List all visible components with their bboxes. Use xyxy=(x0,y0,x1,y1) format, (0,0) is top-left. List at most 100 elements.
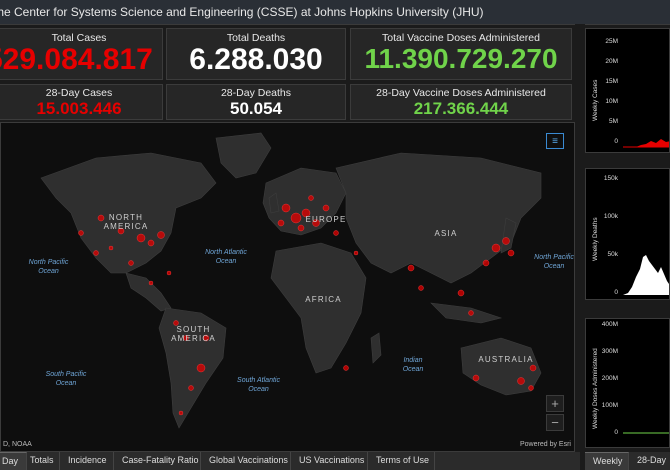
tab-28-day[interactable]: 28-Day xyxy=(629,452,670,470)
bubble xyxy=(147,239,155,247)
bubble xyxy=(128,260,134,266)
total-vaccine-panel: Total Vaccine Doses Administered 11.390.… xyxy=(350,28,572,80)
ocean-north-pacific: North Pacific Ocean xyxy=(28,259,69,275)
vaccine-28-label: 28-Day Vaccine Doses Administered xyxy=(376,87,546,99)
weekly-deaths-chart: Weekly Deaths 150k 100k 50k 0 xyxy=(585,168,670,300)
map-canvas xyxy=(40,132,559,429)
vaccine-plot xyxy=(623,432,669,434)
legend-list-button[interactable]: ≡ xyxy=(546,133,564,149)
landmass-asia xyxy=(335,152,542,284)
total-cases-value: 529.084.817 xyxy=(0,43,153,76)
map-attribution-right[interactable]: Powered by Esri xyxy=(520,441,571,448)
tab-us-vaccinations[interactable]: US Vaccinations xyxy=(291,452,368,470)
bubble xyxy=(407,264,415,272)
chart-tab-bar: Weekly 28-Day xyxy=(585,452,670,470)
continent-label: SOUTH AMERICA xyxy=(171,325,216,343)
tab-weekly[interactable]: Weekly xyxy=(585,452,629,470)
continent-europe: EUROPE xyxy=(301,215,351,224)
bubble xyxy=(528,385,534,391)
tab-incidence[interactable]: Incidence xyxy=(60,452,114,470)
bubble xyxy=(418,285,424,291)
bubble xyxy=(78,230,84,236)
continent-north-america: NORTH AMERICA xyxy=(96,213,156,231)
bubble xyxy=(178,410,184,416)
bubble xyxy=(290,212,302,224)
bubble xyxy=(529,364,537,372)
zoom-out-button[interactable]: − xyxy=(546,414,564,431)
bubble xyxy=(157,231,165,239)
total-vaccine-value: 11.390.729.270 xyxy=(364,43,558,74)
header-bar: the Center for Systems Science and Engin… xyxy=(0,0,670,25)
tab-totals[interactable]: Totals xyxy=(22,452,60,470)
tab-case-fatality-ratio[interactable]: Case-Fatality Ratio xyxy=(114,452,201,470)
cases-28-label: 28-Day Cases xyxy=(45,87,113,99)
bubble xyxy=(277,219,285,227)
bubble xyxy=(136,233,146,243)
bubble xyxy=(482,259,490,267)
vaccine-28-panel: 28-Day Vaccine Doses Administered 217.36… xyxy=(350,84,572,120)
bubble xyxy=(166,270,172,276)
divider-gutter xyxy=(575,24,585,452)
tab-terms-of-use[interactable]: Terms of Use xyxy=(368,452,435,470)
bubble xyxy=(353,250,359,256)
bubble xyxy=(502,237,510,245)
map-tab-bar: Day Totals Incidence Case-Fatality Ratio… xyxy=(0,452,580,470)
landmass-africa xyxy=(270,242,367,374)
cases-area xyxy=(623,139,669,147)
continent-south-america: SOUTH AMERICA xyxy=(166,325,221,343)
list-icon: ≡ xyxy=(552,136,558,147)
ocean-south-pacific: South Pacific Ocean xyxy=(45,371,87,387)
deaths-plot xyxy=(623,255,669,295)
bubble xyxy=(333,230,339,236)
bubble xyxy=(188,385,194,391)
bubble xyxy=(322,204,330,212)
bubble xyxy=(517,377,525,385)
bubble xyxy=(468,310,474,316)
bubble xyxy=(148,280,154,286)
ocean-south-atlantic: South Atlantic Ocean xyxy=(237,377,280,393)
ocean-indian: Indian Ocean xyxy=(402,357,424,373)
page-title: the Center for Systems Science and Engin… xyxy=(0,5,484,19)
weekly-vaccine-chart: Weekly Doses Administered 400M 300M 200M… xyxy=(585,318,670,448)
landmass-central-america xyxy=(125,272,172,312)
map-attribution-left: D, NOAA xyxy=(3,441,32,448)
total-cases-panel: Total Cases 529.084.817 xyxy=(0,28,163,80)
bubble xyxy=(108,245,114,251)
vaccine-28-value: 217.366.444 xyxy=(413,99,509,118)
bubble xyxy=(196,363,206,373)
total-deaths-value: 6.288.030 xyxy=(189,43,323,76)
landmass-madagascar xyxy=(370,332,382,364)
bubble xyxy=(308,195,314,201)
continent-label: NORTH AMERICA xyxy=(103,213,149,231)
bubble xyxy=(507,249,515,257)
tab-global-vaccinations[interactable]: Global Vaccinations xyxy=(201,452,291,470)
continent-asia: ASIA xyxy=(426,229,466,238)
zoom-in-button[interactable]: + xyxy=(546,395,564,412)
landmass-greenland xyxy=(215,132,272,179)
world-map[interactable]: NORTH AMERICA SOUTH AMERICA EUROPE ASIA … xyxy=(0,122,575,452)
continent-label: EUROPE xyxy=(305,215,347,224)
deaths-28-label: 28-Day Deaths xyxy=(220,87,292,99)
cases-28-panel: 28-Day Cases 15.003.446 xyxy=(0,84,163,120)
continent-label: AFRICA xyxy=(305,295,342,304)
continent-africa: AFRICA xyxy=(301,295,346,304)
deaths-28-panel: 28-Day Deaths 50.054 xyxy=(166,84,346,120)
deaths-area xyxy=(623,255,669,295)
continent-label: AUSTRALIA xyxy=(478,355,534,364)
bubble xyxy=(93,250,99,256)
cases-28-value: 15.003.446 xyxy=(36,99,122,118)
ocean-north-atlantic: North Atlantic Ocean xyxy=(205,249,247,265)
bubble xyxy=(297,224,305,232)
bubble xyxy=(281,203,291,213)
weekly-cases-chart: Weekly Cases 25M 20M 15M 10M 5M 0 xyxy=(585,28,670,153)
bubble xyxy=(472,374,480,382)
continent-label: ASIA xyxy=(434,229,458,238)
landmass-indonesia xyxy=(430,302,503,324)
total-deaths-panel: Total Deaths 6.288.030 xyxy=(166,28,346,80)
cases-plot xyxy=(623,139,669,148)
continent-australia: AUSTRALIA xyxy=(476,355,536,364)
bubble xyxy=(457,289,465,297)
ocean-north-pacific-right: North Pacific Ocean xyxy=(534,254,574,270)
bubble xyxy=(491,243,501,253)
bubble xyxy=(343,365,349,371)
